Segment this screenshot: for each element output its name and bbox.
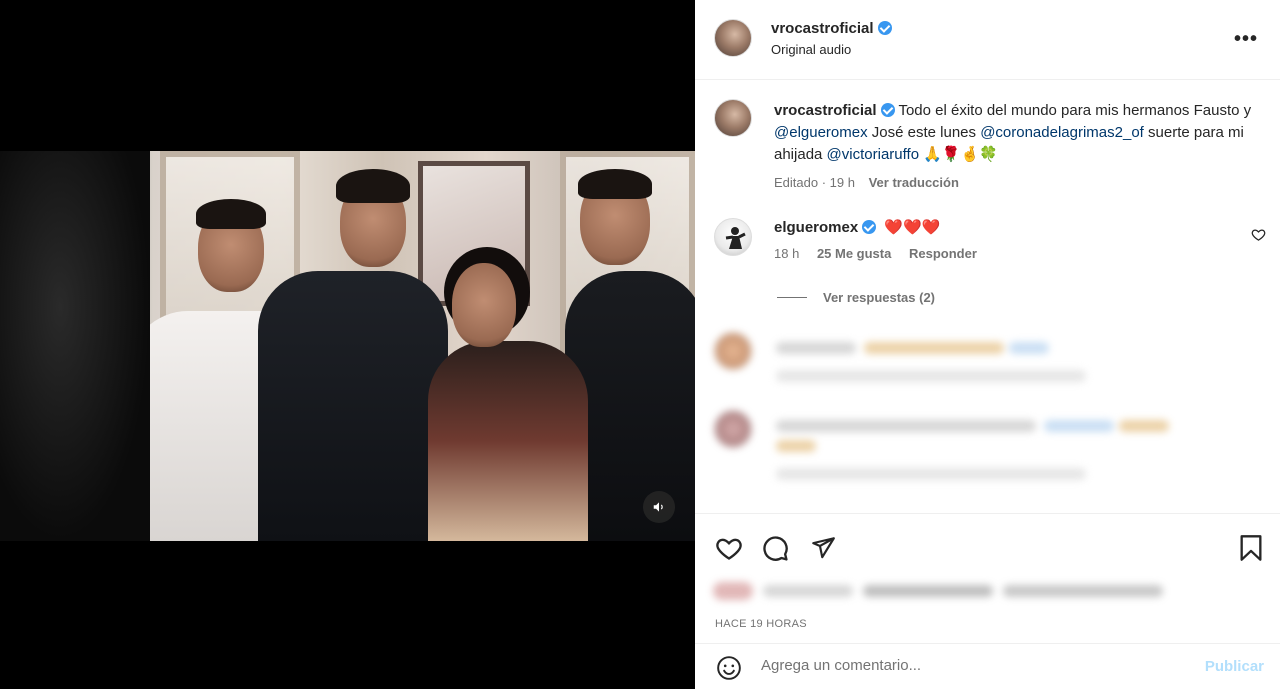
post-header: vrocastroficial Original audio •••	[695, 0, 1280, 80]
blurred-avatars	[713, 582, 753, 600]
author-avatar[interactable]	[714, 19, 752, 57]
blurred-comment	[714, 332, 1274, 412]
caption-text: José este lunes	[867, 124, 981, 141]
translate-link[interactable]: Ver traducción	[869, 175, 959, 190]
person-hair	[578, 169, 652, 199]
caption-age: 19 h	[829, 175, 855, 190]
person-head	[452, 263, 516, 347]
blurred-avatar	[714, 410, 752, 448]
blurred-emoji	[1119, 420, 1169, 432]
person-hair	[336, 169, 410, 203]
comment-meta: 18 h 25 Me gusta Responder	[774, 246, 977, 261]
comment-icon	[763, 536, 788, 561]
comment-likes[interactable]: 25 Me gusta	[817, 246, 891, 261]
foreground-shadow	[0, 151, 150, 541]
view-replies-label: Ver respuestas (2)	[823, 290, 936, 305]
view-replies-button[interactable]: Ver respuestas (2)	[777, 290, 935, 305]
caption-text: Todo el éxito del mundo para mis hermano…	[894, 102, 1252, 119]
comment-input[interactable]	[761, 657, 1181, 674]
more-options-button[interactable]: •••	[1234, 28, 1258, 51]
blurred-emoji	[864, 342, 1004, 354]
mention-link[interactable]: @elgueromex	[774, 124, 868, 141]
mute-button[interactable]	[643, 491, 675, 523]
bookmark-icon	[1240, 535, 1262, 561]
comments-list: vrocastroficial Todo el éxito del mundo …	[695, 80, 1280, 513]
blurred-text	[1009, 342, 1049, 354]
add-comment-bar: Publicar	[695, 643, 1280, 689]
blurred-text	[776, 342, 856, 354]
post-actions: HACE 19 HORAS Publicar	[695, 513, 1280, 689]
post-panel: vrocastroficial Original audio ••• vroca…	[695, 0, 1280, 689]
comment-age: 18 h	[774, 246, 800, 261]
mention-link[interactable]: @victoriaruffo	[827, 146, 919, 163]
video-player[interactable]	[0, 151, 695, 541]
blurred-text	[1044, 420, 1114, 432]
blurred-avatar	[714, 332, 752, 370]
share-icon	[812, 537, 835, 559]
emoji-button[interactable]	[715, 654, 743, 682]
audio-label[interactable]: Original audio	[771, 42, 892, 57]
blurred-text	[1003, 585, 1163, 597]
caption: vrocastroficial Todo el éxito del mundo …	[774, 100, 1254, 194]
heart-icon[interactable]	[1251, 227, 1266, 242]
blurred-text	[763, 585, 853, 597]
like-button[interactable]	[713, 532, 745, 564]
media-viewer	[0, 0, 695, 689]
blurred-comment	[714, 410, 1274, 490]
caption-emojis: 🙏🌹🤞🍀	[919, 146, 998, 163]
post-timestamp[interactable]: HACE 19 HORAS	[715, 618, 807, 630]
verified-icon	[862, 220, 877, 234]
edited-label: Editado	[774, 175, 819, 190]
person-figure	[258, 271, 448, 541]
boxer-silhouette	[725, 227, 746, 249]
share-button[interactable]	[807, 532, 839, 564]
caption-avatar[interactable]	[714, 99, 752, 137]
speaker-icon	[653, 502, 663, 512]
verified-icon	[880, 103, 895, 117]
blurred-text	[863, 585, 993, 597]
comment-username[interactable]: elgueromex	[774, 219, 858, 236]
caption-username[interactable]: vrocastroficial	[774, 102, 877, 119]
comment-button[interactable]	[759, 532, 791, 564]
blurred-meta	[776, 370, 1086, 382]
person-hair	[196, 199, 266, 229]
blurred-meta	[776, 468, 1086, 480]
blurred-emoji	[776, 440, 816, 452]
author-block: vrocastroficial Original audio	[771, 20, 892, 57]
caption-meta: Editado · 19 h Ver traducción	[774, 175, 959, 190]
reply-button[interactable]: Responder	[909, 246, 977, 261]
publish-button[interactable]: Publicar	[1205, 658, 1264, 675]
emoji-icon	[717, 656, 741, 680]
divider-line	[777, 297, 807, 298]
commenter-avatar[interactable]	[714, 218, 752, 256]
blurred-text	[776, 420, 1036, 432]
author-username[interactable]: vrocastroficial	[771, 20, 874, 37]
heart-icon	[716, 538, 742, 560]
comment-item: elgueromex ❤️❤️❤️ 18 h 25 Me gusta Respo…	[774, 218, 977, 261]
blurred-likes	[713, 576, 1193, 606]
comment-text: ❤️❤️❤️	[884, 219, 941, 236]
person-figure	[428, 341, 588, 541]
verified-icon	[877, 21, 892, 35]
mention-link[interactable]: @coronadelagrimas2_of	[980, 124, 1144, 141]
save-button[interactable]	[1235, 532, 1267, 564]
